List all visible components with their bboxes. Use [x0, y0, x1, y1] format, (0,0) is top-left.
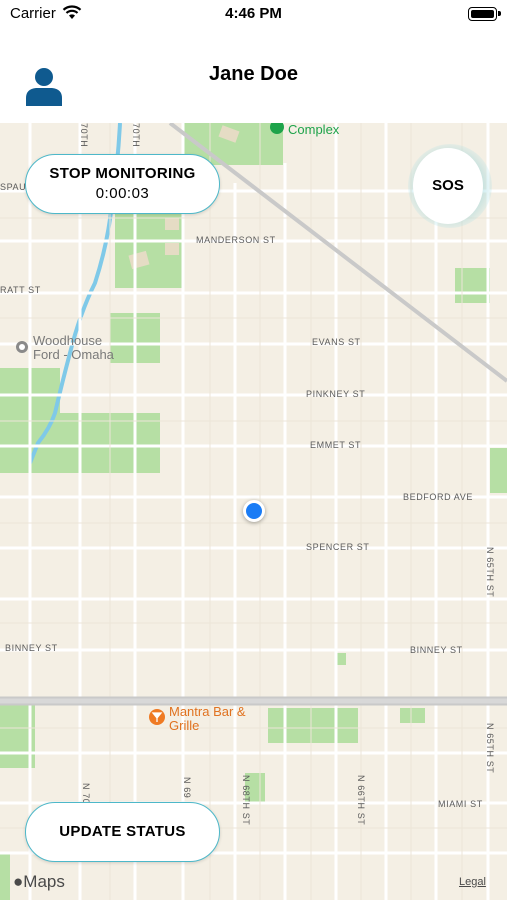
nav-header: Jane Doe [0, 30, 507, 123]
street-label-n70-top: 70TH [79, 123, 89, 148]
street-label-manderson: MANDERSON ST [196, 235, 276, 245]
street-label-emmet: EMMET ST [310, 440, 362, 450]
street-label-pinkney: PINKNEY ST [306, 389, 366, 399]
page-title: Jane Doe [209, 63, 298, 85]
poi-woodhouse-line1[interactable]: Woodhouse [33, 333, 102, 348]
update-status-button[interactable]: UPDATE STATUS [25, 802, 220, 862]
street-label-spencer: SPENCER ST [306, 542, 370, 552]
current-location-marker [243, 500, 265, 522]
street-label-spau: SPAU [0, 182, 27, 192]
status-bar: Carrier 4:46 PM [0, 0, 507, 30]
legal-link[interactable]: Legal [459, 876, 486, 888]
update-status-label: UPDATE STATUS [59, 823, 186, 840]
street-label-binney-left: BINNEY ST [5, 643, 58, 653]
monitoring-timer: 0:00:03 [95, 185, 150, 202]
street-label-n66th: N 66TH ST [356, 775, 366, 826]
street-label-binney-right: BINNEY ST [410, 645, 463, 655]
street-label-n68th: N 68TH ST [241, 775, 251, 826]
street-label-evans: EVANS ST [312, 337, 361, 347]
sos-container: SOS [403, 144, 493, 228]
street-label-n70-top-2: 70TH [131, 123, 141, 148]
stop-monitoring-button[interactable]: STOP MONITORING 0:00:03 [25, 154, 220, 214]
maps-attribution: ●Maps [13, 872, 65, 892]
apple-logo-icon: ● [13, 872, 24, 891]
street-label-n69: N 69 [182, 777, 192, 799]
street-label-n65th-lower: N 65TH ST [485, 723, 495, 774]
poi-complex[interactable]: Complex [288, 123, 339, 137]
street-label-bedford: BEDFORD AVE [403, 492, 473, 502]
poi-woodhouse-line2[interactable]: Ford - Omaha [33, 347, 114, 362]
poi-mantra-line1[interactable]: Mantra Bar & [169, 704, 246, 719]
status-time: 4:46 PM [225, 5, 282, 22]
maps-label: Maps [23, 872, 65, 891]
battery-icon [468, 7, 501, 21]
sos-button[interactable]: SOS [413, 148, 483, 224]
street-label-ratt: RATT ST [0, 285, 41, 295]
street-label-n65th: N 65TH ST [485, 547, 495, 598]
street-label-miami: MIAMI ST [438, 799, 483, 809]
poi-mantra-line2[interactable]: Grille [169, 718, 199, 733]
stop-monitoring-label: STOP MONITORING [49, 165, 196, 182]
